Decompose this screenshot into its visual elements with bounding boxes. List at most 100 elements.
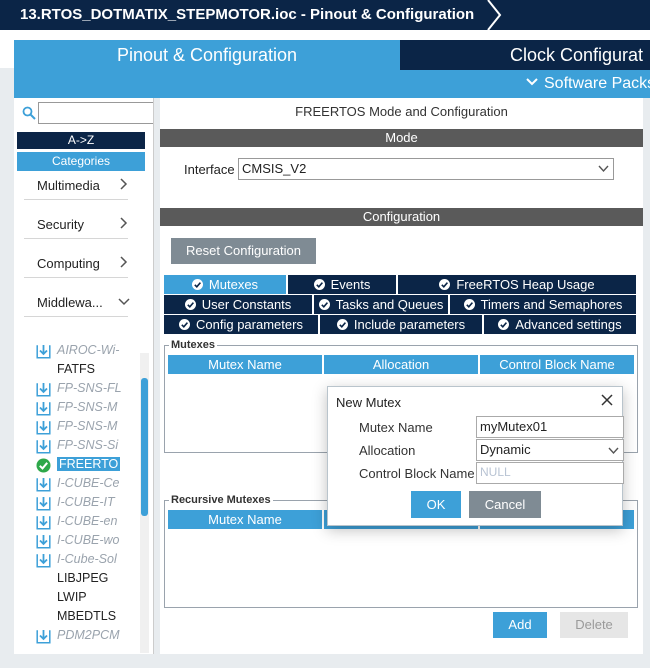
category-middleware[interactable]: Middlewa... [24,291,130,317]
delete-button[interactable]: Delete [560,612,628,638]
download-icon [36,344,51,359]
category-multimedia[interactable]: Multimedia [24,174,128,200]
check-circle-icon [36,458,51,473]
category-label: Computing [37,256,100,271]
middleware-item-label: FREERTO [57,457,121,471]
middleware-item-label: I-CUBE-en [57,514,118,528]
middleware-item[interactable]: FP-SNS-FL [36,380,146,399]
middleware-item[interactable]: I-CUBE-wo [36,532,146,551]
tab-freertos-heap-usage[interactable]: FreeRTOS Heap Usage [398,275,638,294]
tab-label: Mutexes [208,277,259,292]
tab-events[interactable]: Events [288,275,398,294]
category-label: Multimedia [37,178,100,193]
tab-include-parameters[interactable]: Include parameters [320,315,484,334]
chevron-right-icon [487,0,502,30]
chevron-right-icon [120,178,128,190]
mode-configuration-title: FREERTOS Mode and Configuration [295,104,508,119]
tab-label: Include parameters [353,317,466,332]
check-circle-icon [179,316,191,330]
middleware-item-label: AIROC-Wi- [57,343,120,357]
close-icon[interactable] [600,393,614,407]
chevron-right-icon [120,256,128,268]
recursive-mutexes-legend: Recursive Mutexes [169,494,273,506]
middleware-item-label: FP-SNS-M [57,419,118,433]
categories-button[interactable]: Categories [17,152,145,171]
download-icon [36,496,51,511]
middleware-item[interactable]: FREERTO [36,456,146,475]
tab-label: User Constants [201,297,292,312]
mode-header: Mode [160,129,643,147]
reset-configuration-button[interactable]: Reset Configuration [171,238,316,264]
download-icon [36,515,51,530]
allocation-select[interactable]: Dynamic [476,439,624,461]
middleware-item-label: FP-SNS-M [57,400,118,414]
check-circle-icon [439,276,451,290]
middleware-item[interactable]: LWIP [36,589,146,608]
control-block-name-label: Control Block Name [359,466,475,481]
download-icon [36,439,51,454]
dialog-title: New Mutex [336,395,402,410]
search-icon[interactable] [22,106,36,120]
download-icon [36,534,51,549]
mutexes-legend: Mutexes [169,339,218,351]
tab-config-parameters[interactable]: Config parameters [164,315,320,334]
category-label: Middlewa... [37,295,103,310]
middleware-item-label: MBEDTLS [57,609,117,623]
window-title: 13.RTOS_DOTMATIX_STEPMOTOR.ioc - Pinout … [20,6,475,23]
middleware-item[interactable]: I-CUBE-en [36,513,146,532]
mutex-name-column-header[interactable]: Mutex Name [168,355,324,374]
tab-label: Config parameters [196,317,303,332]
mutex-name-input[interactable]: myMutex01 [476,416,624,438]
middleware-item[interactable]: LIBJPEG [36,570,146,589]
category-security[interactable]: Security [24,213,128,239]
ok-button[interactable]: OK [411,491,461,518]
search-input[interactable] [38,102,153,124]
software-packs-menu[interactable]: Software Packs [526,75,650,93]
middleware-item[interactable]: I-Cube-Sol [36,551,146,570]
middleware-item[interactable]: PDM2PCM [36,627,146,646]
middleware-item-label: PDM2PCM [57,628,120,642]
tab-pinout-configuration[interactable]: Pinout & Configuration [14,40,400,70]
recursive-mutex-name-column-header[interactable]: Mutex Name [168,510,324,529]
tab-clock-configuration[interactable]: Clock Configurat [400,40,650,70]
middleware-item[interactable]: I-CUBE-Ce [36,475,146,494]
tab-tasks-and-queues[interactable]: Tasks and Queues [314,295,450,314]
download-icon [36,420,51,435]
middleware-item[interactable]: FP-SNS-M [36,418,146,437]
interface-value: CMSIS_V2 [242,161,307,176]
middleware-item[interactable]: AIROC-Wi- [36,342,146,361]
control-block-name-input[interactable]: NULL [476,462,624,484]
check-circle-icon [463,296,475,310]
check-circle-icon [184,296,196,310]
control-block-column-header[interactable]: Control Block Name [480,355,634,374]
chevron-down-icon [526,78,538,86]
allocation-label: Allocation [359,443,416,458]
sort-a-z-button[interactable]: A->Z [17,132,145,149]
tab-mutexes[interactable]: Mutexes [164,275,288,294]
tab-timers-and-semaphores[interactable]: Timers and Semaphores [450,295,638,314]
middleware-item[interactable]: FP-SNS-Si [36,437,146,456]
tab-advanced-settings[interactable]: Advanced settings [484,315,638,334]
check-circle-icon [336,316,348,330]
middleware-item[interactable]: MBEDTLS [36,608,146,627]
tab-user-constants[interactable]: User Constants [164,295,314,314]
middleware-item[interactable]: FP-SNS-M [36,399,146,418]
download-icon [36,629,51,644]
allocation-column-header[interactable]: Allocation [324,355,480,374]
interface-select[interactable]: CMSIS_V2 [238,158,614,180]
download-icon [36,401,51,416]
middleware-item[interactable]: FATFS [36,361,146,380]
add-button[interactable]: Add [493,612,547,638]
check-circle-icon [318,296,330,310]
tab-label: Timers and Semaphores [480,297,623,312]
check-circle-icon [313,276,325,290]
middleware-item-label: FP-SNS-FL [57,381,122,395]
chevron-down-icon [608,447,619,455]
category-computing[interactable]: Computing [24,252,128,278]
middleware-item-label: I-Cube-Sol [57,552,117,566]
middleware-item-label: FP-SNS-Si [57,438,119,452]
cancel-button[interactable]: Cancel [469,491,541,518]
middleware-item-label: I-CUBE-Ce [57,476,120,490]
scrollbar-thumb[interactable] [141,378,148,516]
middleware-item[interactable]: I-CUBE-IT [36,494,146,513]
